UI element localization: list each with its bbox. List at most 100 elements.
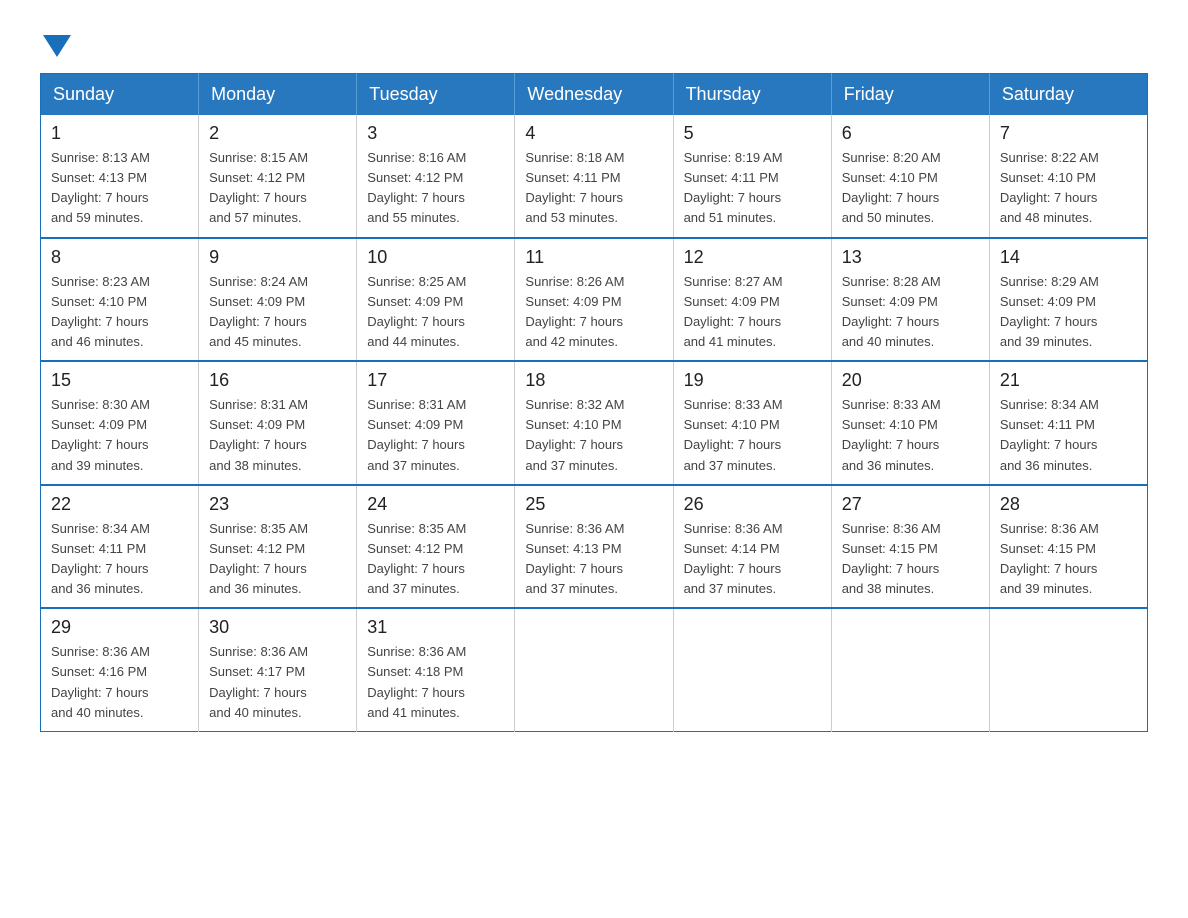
- day-info: Sunrise: 8:18 AM Sunset: 4:11 PM Dayligh…: [525, 148, 662, 229]
- calendar-cell: 24 Sunrise: 8:35 AM Sunset: 4:12 PM Dayl…: [357, 485, 515, 609]
- calendar-cell: 6 Sunrise: 8:20 AM Sunset: 4:10 PM Dayli…: [831, 115, 989, 238]
- day-info: Sunrise: 8:34 AM Sunset: 4:11 PM Dayligh…: [51, 519, 188, 600]
- day-number: 5: [684, 123, 821, 144]
- weekday-header: Monday: [199, 74, 357, 116]
- weekday-header: Wednesday: [515, 74, 673, 116]
- calendar-cell: 10 Sunrise: 8:25 AM Sunset: 4:09 PM Dayl…: [357, 238, 515, 362]
- page-header: [40, 30, 1148, 53]
- day-info: Sunrise: 8:13 AM Sunset: 4:13 PM Dayligh…: [51, 148, 188, 229]
- calendar-cell: 30 Sunrise: 8:36 AM Sunset: 4:17 PM Dayl…: [199, 608, 357, 731]
- day-info: Sunrise: 8:31 AM Sunset: 4:09 PM Dayligh…: [367, 395, 504, 476]
- day-number: 15: [51, 370, 188, 391]
- day-number: 6: [842, 123, 979, 144]
- day-info: Sunrise: 8:25 AM Sunset: 4:09 PM Dayligh…: [367, 272, 504, 353]
- day-number: 9: [209, 247, 346, 268]
- day-number: 1: [51, 123, 188, 144]
- day-number: 25: [525, 494, 662, 515]
- calendar-cell: [831, 608, 989, 731]
- calendar-cell: [989, 608, 1147, 731]
- calendar-cell: 2 Sunrise: 8:15 AM Sunset: 4:12 PM Dayli…: [199, 115, 357, 238]
- weekday-header: Tuesday: [357, 74, 515, 116]
- day-info: Sunrise: 8:32 AM Sunset: 4:10 PM Dayligh…: [525, 395, 662, 476]
- calendar-cell: 16 Sunrise: 8:31 AM Sunset: 4:09 PM Dayl…: [199, 361, 357, 485]
- calendar-cell: 20 Sunrise: 8:33 AM Sunset: 4:10 PM Dayl…: [831, 361, 989, 485]
- day-info: Sunrise: 8:20 AM Sunset: 4:10 PM Dayligh…: [842, 148, 979, 229]
- day-info: Sunrise: 8:26 AM Sunset: 4:09 PM Dayligh…: [525, 272, 662, 353]
- day-info: Sunrise: 8:36 AM Sunset: 4:18 PM Dayligh…: [367, 642, 504, 723]
- calendar-cell: 9 Sunrise: 8:24 AM Sunset: 4:09 PM Dayli…: [199, 238, 357, 362]
- calendar-cell: 23 Sunrise: 8:35 AM Sunset: 4:12 PM Dayl…: [199, 485, 357, 609]
- calendar-cell: 22 Sunrise: 8:34 AM Sunset: 4:11 PM Dayl…: [41, 485, 199, 609]
- day-number: 10: [367, 247, 504, 268]
- day-number: 29: [51, 617, 188, 638]
- day-number: 19: [684, 370, 821, 391]
- calendar-cell: 13 Sunrise: 8:28 AM Sunset: 4:09 PM Dayl…: [831, 238, 989, 362]
- day-number: 24: [367, 494, 504, 515]
- day-number: 14: [1000, 247, 1137, 268]
- calendar-week-row: 29 Sunrise: 8:36 AM Sunset: 4:16 PM Dayl…: [41, 608, 1148, 731]
- day-number: 30: [209, 617, 346, 638]
- day-info: Sunrise: 8:35 AM Sunset: 4:12 PM Dayligh…: [209, 519, 346, 600]
- day-info: Sunrise: 8:19 AM Sunset: 4:11 PM Dayligh…: [684, 148, 821, 229]
- calendar-week-row: 22 Sunrise: 8:34 AM Sunset: 4:11 PM Dayl…: [41, 485, 1148, 609]
- day-number: 20: [842, 370, 979, 391]
- day-info: Sunrise: 8:24 AM Sunset: 4:09 PM Dayligh…: [209, 272, 346, 353]
- day-number: 18: [525, 370, 662, 391]
- day-info: Sunrise: 8:27 AM Sunset: 4:09 PM Dayligh…: [684, 272, 821, 353]
- day-number: 31: [367, 617, 504, 638]
- day-number: 7: [1000, 123, 1137, 144]
- calendar-cell: 3 Sunrise: 8:16 AM Sunset: 4:12 PM Dayli…: [357, 115, 515, 238]
- calendar-cell: 15 Sunrise: 8:30 AM Sunset: 4:09 PM Dayl…: [41, 361, 199, 485]
- calendar-cell: 21 Sunrise: 8:34 AM Sunset: 4:11 PM Dayl…: [989, 361, 1147, 485]
- calendar-cell: 11 Sunrise: 8:26 AM Sunset: 4:09 PM Dayl…: [515, 238, 673, 362]
- day-info: Sunrise: 8:28 AM Sunset: 4:09 PM Dayligh…: [842, 272, 979, 353]
- day-info: Sunrise: 8:36 AM Sunset: 4:15 PM Dayligh…: [842, 519, 979, 600]
- calendar-cell: 19 Sunrise: 8:33 AM Sunset: 4:10 PM Dayl…: [673, 361, 831, 485]
- day-number: 28: [1000, 494, 1137, 515]
- logo: [40, 30, 71, 53]
- calendar-week-row: 8 Sunrise: 8:23 AM Sunset: 4:10 PM Dayli…: [41, 238, 1148, 362]
- day-number: 26: [684, 494, 821, 515]
- day-number: 21: [1000, 370, 1137, 391]
- calendar-header: SundayMondayTuesdayWednesdayThursdayFrid…: [41, 74, 1148, 116]
- day-info: Sunrise: 8:15 AM Sunset: 4:12 PM Dayligh…: [209, 148, 346, 229]
- logo-triangle-icon: [43, 35, 71, 57]
- calendar-cell: 31 Sunrise: 8:36 AM Sunset: 4:18 PM Dayl…: [357, 608, 515, 731]
- day-info: Sunrise: 8:34 AM Sunset: 4:11 PM Dayligh…: [1000, 395, 1137, 476]
- calendar-table: SundayMondayTuesdayWednesdayThursdayFrid…: [40, 73, 1148, 732]
- day-number: 8: [51, 247, 188, 268]
- calendar-cell: [673, 608, 831, 731]
- day-info: Sunrise: 8:36 AM Sunset: 4:14 PM Dayligh…: [684, 519, 821, 600]
- day-info: Sunrise: 8:36 AM Sunset: 4:13 PM Dayligh…: [525, 519, 662, 600]
- day-number: 11: [525, 247, 662, 268]
- day-info: Sunrise: 8:36 AM Sunset: 4:15 PM Dayligh…: [1000, 519, 1137, 600]
- weekday-header: Friday: [831, 74, 989, 116]
- day-info: Sunrise: 8:33 AM Sunset: 4:10 PM Dayligh…: [842, 395, 979, 476]
- calendar-cell: 12 Sunrise: 8:27 AM Sunset: 4:09 PM Dayl…: [673, 238, 831, 362]
- calendar-cell: 7 Sunrise: 8:22 AM Sunset: 4:10 PM Dayli…: [989, 115, 1147, 238]
- day-number: 27: [842, 494, 979, 515]
- calendar-cell: 25 Sunrise: 8:36 AM Sunset: 4:13 PM Dayl…: [515, 485, 673, 609]
- calendar-cell: 18 Sunrise: 8:32 AM Sunset: 4:10 PM Dayl…: [515, 361, 673, 485]
- calendar-cell: 26 Sunrise: 8:36 AM Sunset: 4:14 PM Dayl…: [673, 485, 831, 609]
- calendar-cell: 14 Sunrise: 8:29 AM Sunset: 4:09 PM Dayl…: [989, 238, 1147, 362]
- calendar-cell: 1 Sunrise: 8:13 AM Sunset: 4:13 PM Dayli…: [41, 115, 199, 238]
- day-number: 22: [51, 494, 188, 515]
- calendar-week-row: 15 Sunrise: 8:30 AM Sunset: 4:09 PM Dayl…: [41, 361, 1148, 485]
- calendar-cell: 4 Sunrise: 8:18 AM Sunset: 4:11 PM Dayli…: [515, 115, 673, 238]
- calendar-week-row: 1 Sunrise: 8:13 AM Sunset: 4:13 PM Dayli…: [41, 115, 1148, 238]
- day-number: 16: [209, 370, 346, 391]
- day-info: Sunrise: 8:36 AM Sunset: 4:17 PM Dayligh…: [209, 642, 346, 723]
- day-info: Sunrise: 8:33 AM Sunset: 4:10 PM Dayligh…: [684, 395, 821, 476]
- calendar-cell: 8 Sunrise: 8:23 AM Sunset: 4:10 PM Dayli…: [41, 238, 199, 362]
- day-info: Sunrise: 8:30 AM Sunset: 4:09 PM Dayligh…: [51, 395, 188, 476]
- calendar-cell: 5 Sunrise: 8:19 AM Sunset: 4:11 PM Dayli…: [673, 115, 831, 238]
- day-number: 2: [209, 123, 346, 144]
- weekday-header: Saturday: [989, 74, 1147, 116]
- calendar-cell: 28 Sunrise: 8:36 AM Sunset: 4:15 PM Dayl…: [989, 485, 1147, 609]
- day-number: 3: [367, 123, 504, 144]
- weekday-header: Thursday: [673, 74, 831, 116]
- day-info: Sunrise: 8:22 AM Sunset: 4:10 PM Dayligh…: [1000, 148, 1137, 229]
- day-number: 17: [367, 370, 504, 391]
- day-number: 13: [842, 247, 979, 268]
